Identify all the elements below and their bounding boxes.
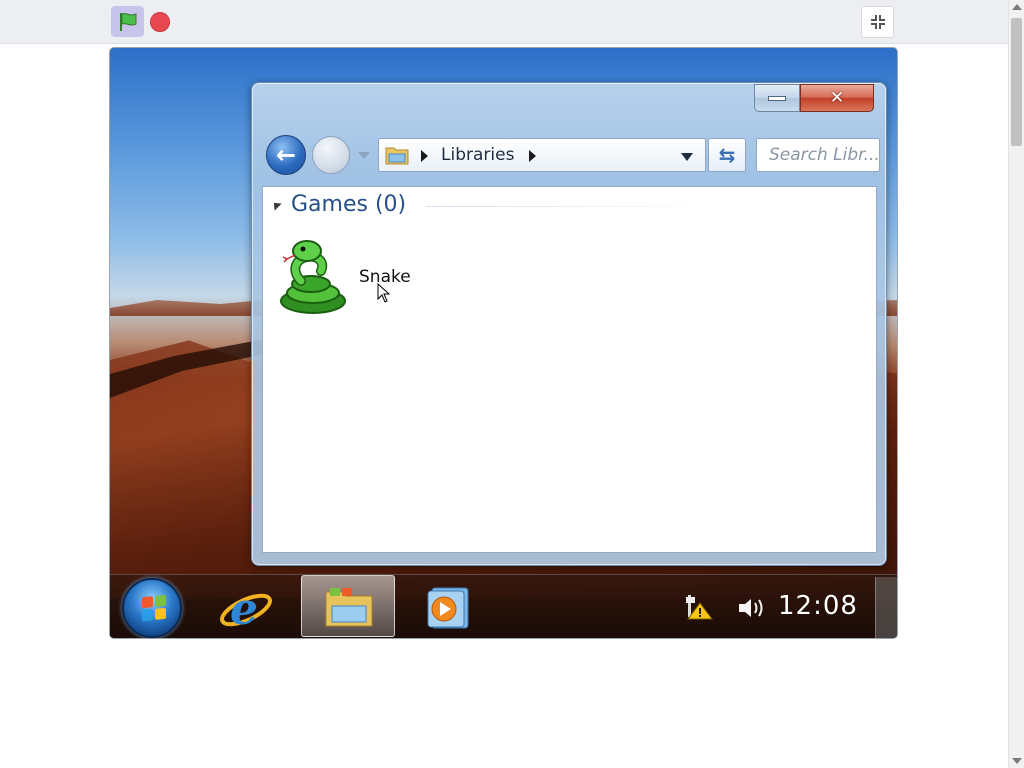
volume-icon[interactable] (736, 595, 766, 621)
search-box[interactable]: Search Libr... (756, 138, 880, 172)
minimize-button[interactable] (754, 84, 800, 112)
show-desktop-button[interactable] (875, 577, 897, 638)
explorer-window: ✕ ← Libraries ⇆ Search Libr... Games (0) (251, 82, 887, 566)
breadcrumb-libraries[interactable]: Libraries (441, 145, 514, 165)
libraries-folder-icon (385, 147, 409, 165)
back-arrow-icon: ← (275, 141, 297, 169)
green-flag-button[interactable] (111, 6, 144, 37)
taskbar: e 12:08 (110, 574, 897, 638)
start-orb-icon (142, 594, 166, 622)
page-scrollbar[interactable] (1008, 0, 1024, 768)
group-header-games[interactable]: Games (0) (291, 192, 406, 217)
group-divider (426, 206, 722, 207)
close-icon: ✕ (829, 88, 845, 108)
close-button[interactable]: ✕ (800, 84, 874, 112)
scroll-down-icon[interactable] (1012, 758, 1022, 764)
collapse-group-icon[interactable] (270, 199, 282, 211)
refresh-button[interactable]: ⇆ (708, 138, 746, 172)
breadcrumb-separator-icon[interactable] (529, 150, 536, 162)
breadcrumb-separator-icon[interactable] (421, 150, 428, 162)
file-list-pane[interactable]: Games (0) Snake (262, 186, 877, 553)
taskbar-clock[interactable]: 12:08 (778, 591, 858, 621)
internet-explorer-icon[interactable]: e (218, 580, 274, 636)
media-player-icon[interactable] (426, 586, 472, 630)
list-item-snake[interactable]: Snake (277, 237, 437, 321)
snake-icon (280, 240, 346, 314)
green-flag-icon (119, 12, 136, 31)
exit-fullscreen-icon (870, 15, 885, 29)
windows-explorer-icon (325, 588, 373, 627)
windows-explorer-taskbar-button[interactable] (301, 575, 395, 637)
project-stage[interactable]: ✕ ← Libraries ⇆ Search Libr... Games (0) (109, 47, 898, 639)
stop-button[interactable] (150, 12, 170, 32)
exit-fullscreen-button[interactable] (861, 6, 894, 38)
forward-button[interactable] (312, 136, 350, 174)
start-button[interactable] (122, 578, 182, 638)
refresh-icon: ⇆ (718, 143, 736, 167)
back-button[interactable]: ← (266, 135, 306, 175)
mouse-cursor-icon (377, 283, 391, 303)
search-placeholder: Search Libr... (769, 145, 880, 165)
address-dropdown-icon[interactable] (681, 153, 693, 161)
player-toolbar (0, 0, 1008, 44)
network-warning-icon[interactable] (684, 593, 714, 621)
minimize-icon (768, 95, 786, 101)
scrollbar-thumb[interactable] (1011, 18, 1022, 146)
caption-buttons: ✕ (754, 84, 876, 114)
svg-text:e: e (230, 584, 258, 635)
scroll-up-icon[interactable] (1012, 4, 1022, 10)
address-bar[interactable]: Libraries (378, 138, 706, 172)
recent-pages-dropdown-icon[interactable] (358, 152, 370, 159)
